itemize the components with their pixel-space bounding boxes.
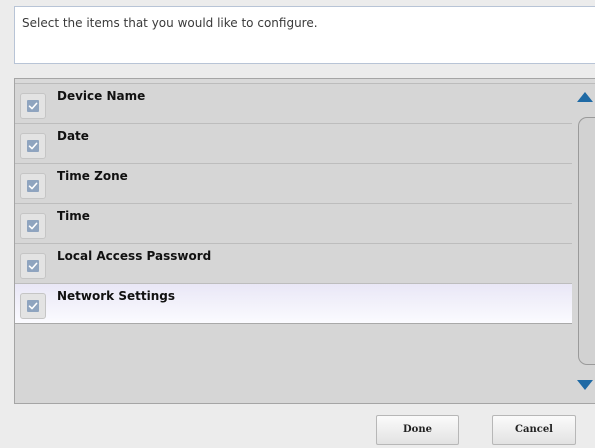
done-button[interactable]: Done (376, 415, 459, 445)
checkbox-local-access-password[interactable] (20, 253, 46, 279)
items-list-panel: Device Name Date Time Zone Time Local Ac… (14, 78, 595, 404)
instruction-box: Select the items that you would like to … (14, 6, 595, 64)
checkmark-icon (27, 260, 39, 272)
item-label: Time Zone (57, 169, 128, 183)
triangle-down-icon (577, 380, 593, 390)
checkmark-icon (27, 180, 39, 192)
item-label: Local Access Password (57, 249, 212, 263)
cancel-button[interactable]: Cancel (492, 415, 576, 445)
item-label: Date (57, 129, 89, 143)
checkbox-network-settings[interactable] (20, 293, 46, 319)
item-label: Network Settings (57, 289, 175, 303)
list-item-date[interactable]: Date (15, 124, 572, 164)
configure-dialog: { "instruction": { "text": "Select the i… (0, 0, 595, 448)
scrollbar[interactable] (572, 79, 595, 403)
list-item-time[interactable]: Time (15, 204, 572, 244)
checkmark-icon (27, 220, 39, 232)
scroll-up-button[interactable] (572, 79, 595, 115)
item-label: Device Name (57, 89, 146, 103)
triangle-up-icon (577, 92, 593, 102)
checkmark-icon (27, 300, 39, 312)
list-item-time-zone[interactable]: Time Zone (15, 164, 572, 204)
checkbox-date[interactable] (20, 133, 46, 159)
checkbox-time[interactable] (20, 213, 46, 239)
items-list: Device Name Date Time Zone Time Local Ac… (15, 84, 572, 324)
scroll-down-button[interactable] (572, 367, 595, 403)
list-item-local-access-password[interactable]: Local Access Password (15, 244, 572, 284)
list-item-device-name[interactable]: Device Name (15, 84, 572, 124)
checkmark-icon (27, 140, 39, 152)
instruction-text: Select the items that you would like to … (22, 16, 318, 30)
list-item-network-settings[interactable]: Network Settings (15, 284, 572, 324)
item-label: Time (57, 209, 90, 223)
checkbox-device-name[interactable] (20, 93, 46, 119)
checkmark-icon (27, 100, 39, 112)
checkbox-time-zone[interactable] (20, 173, 46, 199)
scroll-track[interactable] (578, 117, 595, 365)
